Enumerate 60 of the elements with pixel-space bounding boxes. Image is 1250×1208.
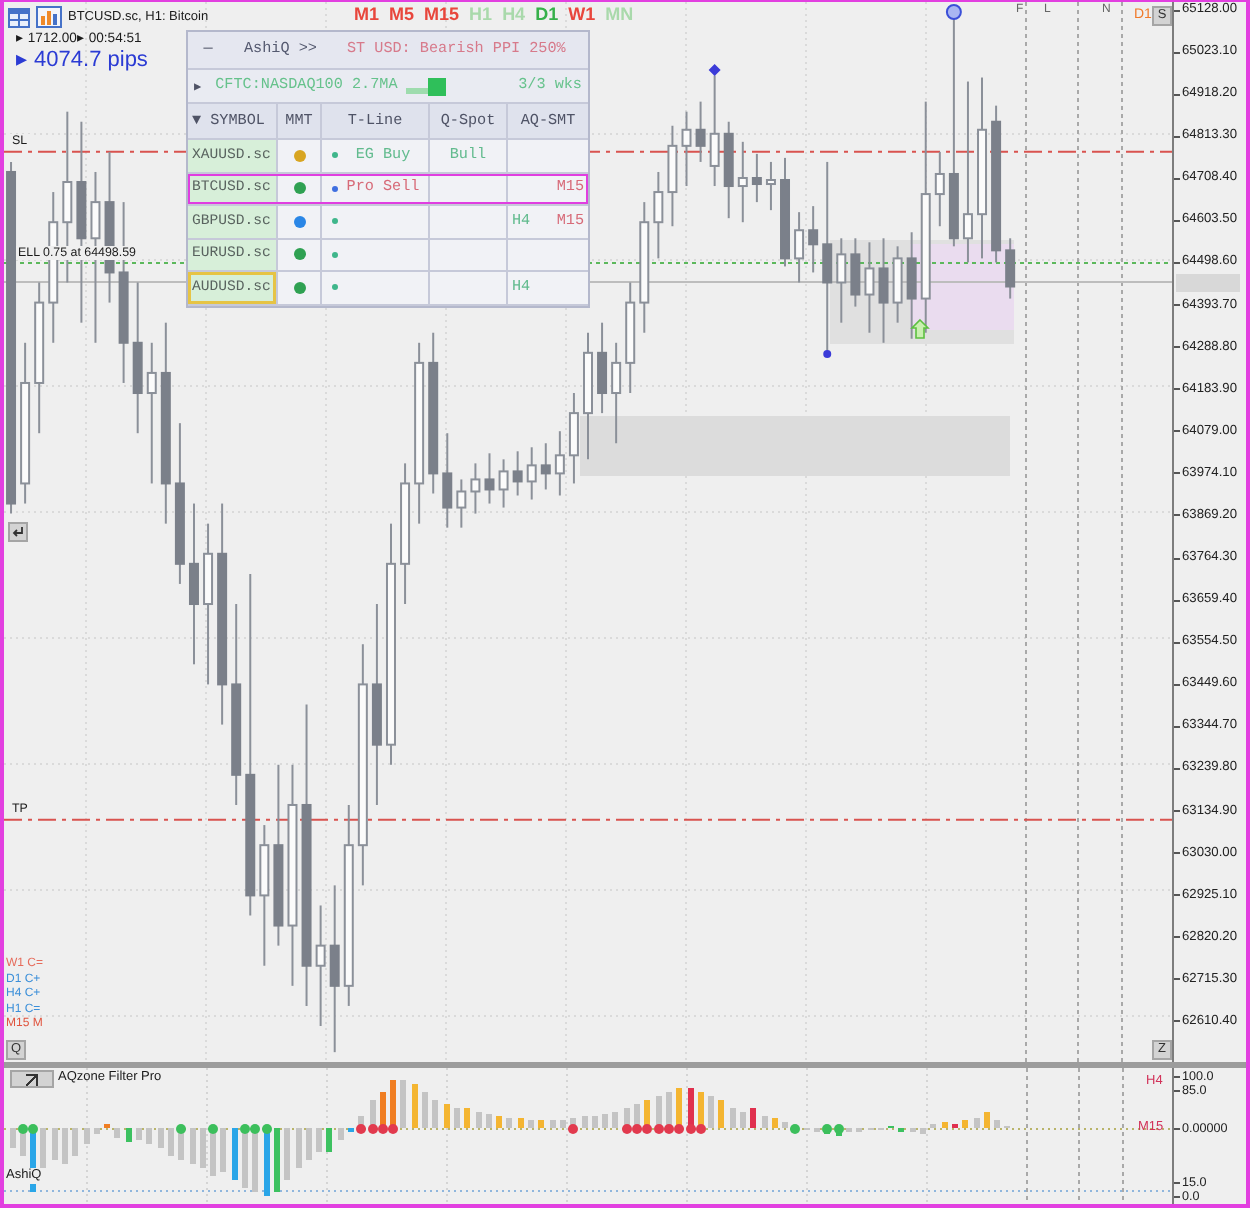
candlestick <box>667 124 678 228</box>
candlestick <box>653 170 664 260</box>
candlestick <box>470 462 481 515</box>
table-cell <box>430 173 508 204</box>
candlestick <box>554 430 565 497</box>
candlestick <box>329 884 340 1054</box>
candlestick <box>512 450 523 497</box>
table-cell <box>508 140 588 171</box>
timeframe-label[interactable]: M5 <box>389 4 415 26</box>
bent-arrow-icon <box>12 526 24 538</box>
signal-dot <box>568 1124 579 1134</box>
timeframe-label[interactable]: M1 <box>354 4 380 26</box>
candlestick <box>765 160 776 212</box>
table-cell <box>430 206 508 237</box>
table-cell <box>430 272 508 303</box>
arrow-button[interactable] <box>8 522 28 542</box>
table-cell <box>430 239 508 270</box>
candlestick <box>737 140 748 224</box>
dot-marker-icon <box>823 350 832 358</box>
candlestick <box>146 341 157 485</box>
candlestick <box>850 237 861 308</box>
candlestick <box>934 150 945 228</box>
signal-dot <box>790 1124 801 1134</box>
candlestick <box>906 231 917 340</box>
timeframe-label[interactable]: M15 <box>424 4 460 26</box>
candlestick <box>188 502 199 666</box>
signal-dot <box>208 1124 219 1134</box>
candlestick <box>808 205 819 274</box>
candlestick <box>794 211 805 284</box>
candlestick <box>315 904 326 1028</box>
grid-window-icon <box>8 7 30 27</box>
bar-meter-icon <box>405 77 446 95</box>
candlestick <box>597 321 608 415</box>
bar-chart-icon <box>36 6 62 28</box>
candlestick <box>540 442 551 491</box>
candlestick <box>456 478 467 529</box>
signal-dot <box>176 1124 187 1134</box>
pips-text: ▸ 4074.7 pips <box>16 48 150 72</box>
price-tag-marker <box>1176 273 1240 292</box>
candlestick <box>611 341 622 445</box>
candlestick <box>1005 237 1016 300</box>
ring-marker-icon <box>945 4 962 20</box>
candlestick <box>878 237 889 344</box>
candlestick <box>568 392 579 485</box>
timeframe-label[interactable]: W1 <box>568 4 596 26</box>
indicator-button[interactable] <box>10 1070 54 1088</box>
candlestick <box>695 100 706 163</box>
up-arrow-icon <box>910 318 930 339</box>
candlestick <box>892 245 903 324</box>
candlestick <box>836 237 847 324</box>
candlestick <box>498 458 509 509</box>
table-cell <box>508 239 588 270</box>
diamond-marker-icon <box>708 64 721 76</box>
candlestick <box>442 432 453 529</box>
candlestick <box>864 241 875 334</box>
candlestick <box>962 80 973 264</box>
candlestick <box>526 446 537 501</box>
candlestick <box>484 452 495 505</box>
candlestick <box>751 152 762 204</box>
candlestick <box>681 110 692 188</box>
